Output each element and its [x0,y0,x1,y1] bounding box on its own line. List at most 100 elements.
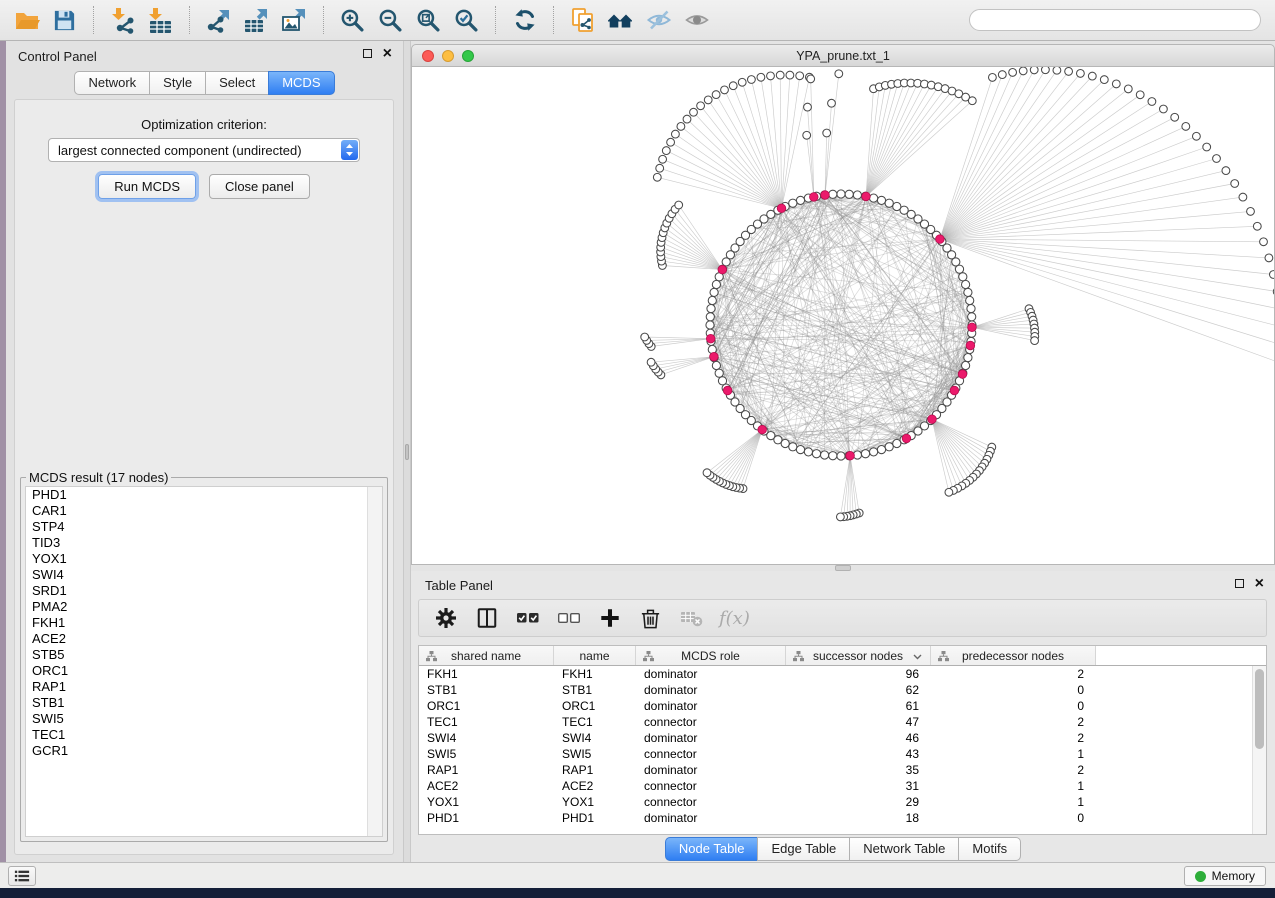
tab-network[interactable]: Network [74,71,149,95]
mcds-result-item[interactable]: STP4 [26,519,382,535]
network-titlebar[interactable]: YPA_prune.txt_1 [411,44,1275,67]
tab-style[interactable]: Style [149,71,205,95]
column-header-name[interactable]: name [554,646,636,665]
mcds-result-list[interactable]: PHD1CAR1STP4TID3YOX1SWI4SRD1PMA2FKH1ACE2… [25,486,383,837]
search-input[interactable] [969,9,1261,31]
column-header-MCDS-role[interactable]: MCDS role [636,646,786,665]
vertical-splitter[interactable] [403,41,411,862]
cell-role: dominator [636,811,786,825]
run-mcds-button[interactable]: Run MCDS [98,174,196,199]
cell-successors: 62 [786,683,931,697]
mcds-result-item[interactable]: ORC1 [26,663,382,679]
column-header-predecessor-nodes[interactable]: predecessor nodes [931,646,1096,665]
mcds-result-title: MCDS result (17 nodes) [26,470,171,485]
criterion-select[interactable]: largest connected component (undirected) [48,138,360,162]
column-header-shared-name[interactable]: shared name [419,646,554,665]
network-canvas[interactable] [411,67,1275,565]
mcds-result-item[interactable]: FKH1 [26,615,382,631]
table-mode-button[interactable] [432,605,459,631]
mcds-result-item[interactable]: SWI5 [26,711,382,727]
tab-motifs[interactable]: Motifs [958,837,1021,861]
open-file-button[interactable] [10,4,43,37]
mcds-result-item[interactable]: CAR1 [26,503,382,519]
first-neighbors-button[interactable] [604,4,637,37]
import-table-button[interactable] [144,4,177,37]
table-row[interactable]: RAP1RAP1dominator352 [419,762,1266,778]
column-header-successor-nodes[interactable]: successor nodes [786,646,931,665]
cell-successors: 43 [786,747,931,761]
hide-selected-button[interactable] [642,4,675,37]
mcds-result-item[interactable]: TEC1 [26,727,382,743]
import-network-button[interactable] [106,4,139,37]
zoom-in-button[interactable] [336,4,369,37]
delete-column-button[interactable] [637,605,664,631]
table-row[interactable]: ACE2ACE2connector311 [419,778,1266,794]
result-scrollbar[interactable] [367,487,382,836]
table-scrollbar-thumb[interactable] [1255,669,1264,749]
network-graph[interactable] [412,67,1274,563]
splitter-grip[interactable] [405,444,409,460]
table-row[interactable]: PHD1PHD1dominator180 [419,810,1266,826]
import-table-icon [147,7,174,34]
close-panel-icon[interactable]: × [383,48,392,59]
cell-shared_name: ORC1 [419,699,554,713]
zoom-fit-icon [416,8,441,33]
table-row[interactable]: STB1STB1dominator620 [419,682,1266,698]
show-all-button[interactable] [680,4,713,37]
tab-select[interactable]: Select [205,71,268,95]
export-table-button[interactable] [240,4,273,37]
eye-slash-icon [646,7,672,33]
tab-node-table[interactable]: Node Table [665,837,758,861]
mcds-result-item[interactable]: PHD1 [26,487,382,503]
mcds-result-item[interactable]: PMA2 [26,599,382,615]
export-image-button[interactable] [278,4,311,37]
table-row[interactable]: SWI5SWI5connector431 [419,746,1266,762]
mcds-result-item[interactable]: STB5 [26,647,382,663]
table-panel-title: Table Panel [425,578,493,593]
gear-icon [434,606,458,630]
table-row[interactable]: FKH1FKH1dominator962 [419,666,1266,682]
mcds-result-item[interactable]: SRD1 [26,583,382,599]
cell-predecessors: 0 [931,699,1096,713]
float-panel-icon[interactable] [1235,579,1244,588]
table-row[interactable]: ORC1ORC1dominator610 [419,698,1266,714]
show-columns-button[interactable] [473,605,500,631]
deselect-all-button[interactable] [555,605,582,631]
delete-table-icon [680,608,704,628]
table-scrollbar[interactable] [1252,666,1266,834]
table-row[interactable]: YOX1YOX1connector291 [419,794,1266,810]
task-history-button[interactable] [8,866,36,886]
mcds-result-item[interactable]: YOX1 [26,551,382,567]
tab-network-table[interactable]: Network Table [849,837,958,861]
zoom-out-button[interactable] [374,4,407,37]
save-session-button[interactable] [48,4,81,37]
select-all-button[interactable] [514,605,541,631]
float-panel-icon[interactable] [363,49,372,58]
table-row[interactable]: TEC1TEC1connector472 [419,714,1266,730]
export-network-button[interactable] [202,4,235,37]
tab-edge-table[interactable]: Edge Table [757,837,849,861]
unchecked-boxes-icon [557,607,581,629]
add-column-button[interactable] [596,605,623,631]
mcds-result-item[interactable]: TID3 [26,535,382,551]
refresh-icon [512,7,538,33]
toolbar-separator [323,6,324,34]
close-panel-icon[interactable]: × [1255,578,1264,589]
memory-button[interactable]: Memory [1184,866,1266,886]
network-from-selection-button[interactable] [566,4,599,37]
open-folder-icon [14,7,40,33]
mcds-result-item[interactable]: GCR1 [26,743,382,759]
cell-successors: 96 [786,667,931,681]
mcds-result-item[interactable]: RAP1 [26,679,382,695]
mcds-result-item[interactable]: STB1 [26,695,382,711]
tab-mcds[interactable]: MCDS [268,71,334,95]
table-row[interactable]: SWI4SWI4dominator462 [419,730,1266,746]
apply-layout-button[interactable] [508,4,541,37]
zoom-selected-button[interactable] [450,4,483,37]
cell-shared_name: ACE2 [419,779,554,793]
mcds-result-item[interactable]: ACE2 [26,631,382,647]
mcds-result-item[interactable]: SWI4 [26,567,382,583]
zoom-fit-button[interactable] [412,4,445,37]
cell-role: dominator [636,699,786,713]
close-panel-button[interactable]: Close panel [209,174,310,199]
